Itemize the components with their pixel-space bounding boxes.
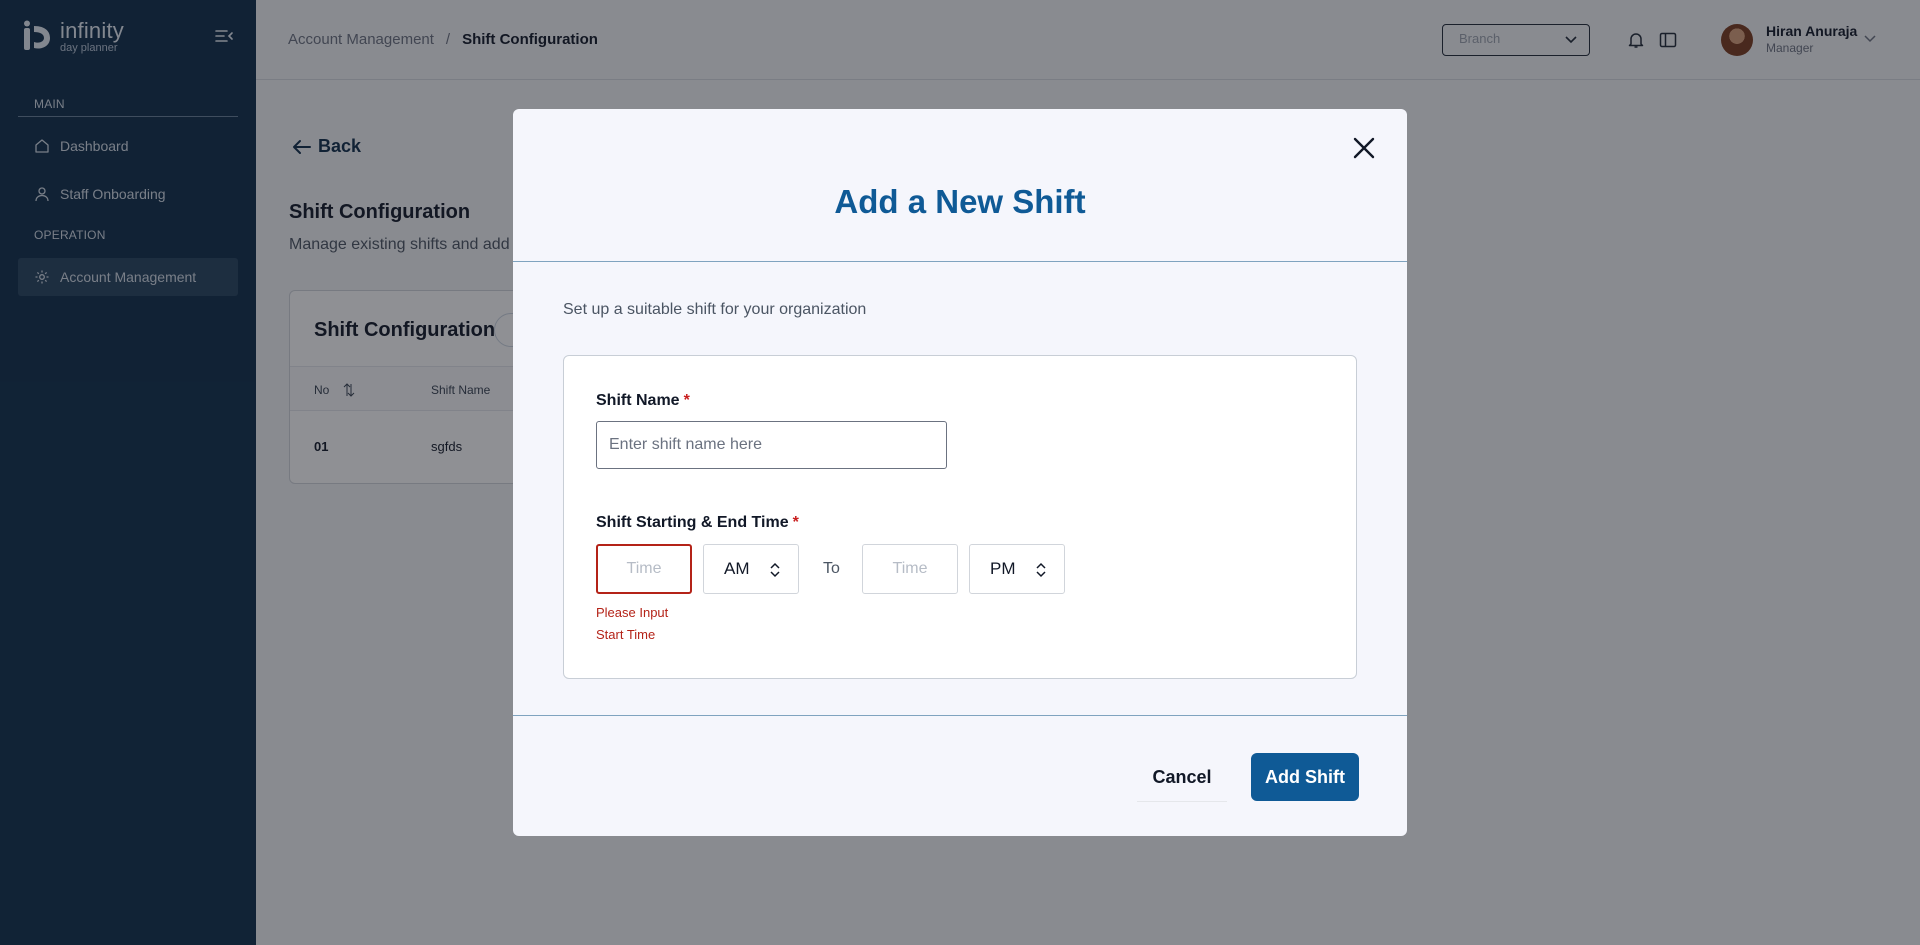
modal-title: Add a New Shift: [834, 183, 1086, 220]
start-period-select[interactable]: AM: [703, 544, 799, 594]
modal-subtitle: Set up a suitable shift for your organiz…: [563, 301, 867, 318]
end-period-select[interactable]: PM: [969, 544, 1065, 594]
shift-name-input[interactable]: [596, 421, 947, 469]
close-icon[interactable]: [1349, 133, 1379, 163]
end-time-input[interactable]: Time: [862, 544, 958, 594]
shift-name-label: Shift Name *: [596, 392, 690, 410]
shift-time-label: Shift Starting & End Time *: [596, 514, 799, 532]
add-shift-modal: Add a New Shift Set up a suitable shift …: [513, 109, 1407, 836]
required-mark: *: [792, 514, 799, 531]
cancel-button[interactable]: Cancel: [1137, 754, 1227, 802]
required-mark: *: [683, 392, 690, 409]
start-period-value: AM: [724, 559, 750, 578]
chevron-up-down-icon: [770, 562, 780, 578]
shift-name-label-text: Shift Name: [596, 392, 680, 409]
add-shift-button[interactable]: Add Shift: [1251, 753, 1359, 801]
start-time-input[interactable]: Time: [596, 544, 692, 594]
end-period-value: PM: [990, 559, 1016, 578]
start-time-error: Please Input Start Time: [596, 605, 669, 642]
chevron-up-down-icon: [1036, 562, 1046, 578]
shift-form: Shift Name* Shift Starting & End Time* T…: [563, 355, 1357, 679]
modal-divider-top: [513, 261, 1407, 262]
shift-time-label-text: Shift Starting & End Time: [596, 514, 789, 531]
start-time-placeholder: Time: [626, 560, 662, 577]
to-label: To: [823, 560, 840, 577]
end-time-placeholder: Time: [892, 560, 928, 577]
modal-divider-bottom: [513, 715, 1407, 716]
